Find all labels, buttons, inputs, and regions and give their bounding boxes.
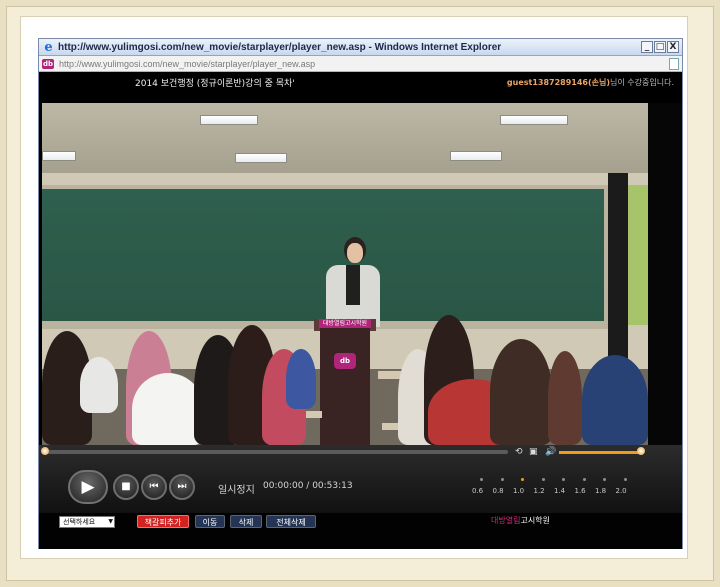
site-favicon-icon: db [42, 58, 54, 69]
player-controls: ⟲ ▣ 🔊 ▶ ■ ⏮ ⏭ 일시정지 00:00:00 / 00:53:13 0… [39, 445, 682, 513]
podium-logo: db [334, 353, 356, 369]
brand-prefix: 대방열림 [491, 516, 521, 525]
volume-handle[interactable] [637, 447, 645, 455]
minimize-button[interactable]: _ [641, 41, 653, 53]
title-bar: e http://www.yulimgosi.com/new_movie/sta… [39, 39, 682, 56]
next-button[interactable]: ⏭ [169, 474, 195, 500]
student [286, 349, 316, 409]
delete-button[interactable]: 삭제 [230, 515, 262, 528]
caption-icon[interactable]: ▣ [529, 447, 538, 457]
speed-label[interactable]: 0.6 [472, 487, 483, 495]
bookmark-select[interactable]: 선택하세요 [59, 516, 115, 528]
speed-label[interactable]: 0.8 [493, 487, 504, 495]
student [548, 351, 582, 445]
video-light [42, 151, 76, 161]
chalkboard [42, 189, 604, 321]
student [490, 339, 552, 445]
speed-label[interactable]: 1.2 [534, 487, 545, 495]
video-light [200, 115, 258, 125]
speed-dot[interactable] [603, 478, 606, 481]
speed-dot[interactable] [582, 478, 586, 481]
page-icon [669, 57, 679, 70]
player-header: 2014 보건행정 (정규이론반)강의 중 목차' guest138728914… [39, 72, 682, 92]
add-bookmark-button[interactable]: 책갈피추가 [137, 515, 189, 528]
ie-logo-icon: e [44, 39, 53, 55]
video-light [235, 153, 287, 163]
teacher-face [347, 243, 363, 263]
volume-icon[interactable]: 🔊 [545, 447, 556, 457]
window-title: http://www.yulimgosi.com/new_movie/starp… [58, 41, 502, 53]
window-controls: _ □ X [641, 41, 679, 53]
browser-window: e http://www.yulimgosi.com/new_movie/sta… [38, 38, 683, 549]
total-time: 00:53:13 [312, 481, 353, 491]
seek-bar[interactable] [46, 450, 508, 454]
repeat-icon[interactable]: ⟲ [515, 447, 523, 457]
volume-level [559, 451, 641, 454]
speed-dot[interactable] [500, 478, 504, 481]
playback-status: 일시정지 [218, 485, 255, 496]
viewer-message: 님이 수강중입니다. [610, 77, 674, 87]
podium [320, 327, 370, 445]
speed-label[interactable]: 1.0 [513, 487, 524, 495]
speed-label[interactable]: 1.8 [595, 487, 606, 495]
address-text[interactable]: http://www.yulimgosi.com/new_movie/starp… [54, 59, 669, 69]
window-light [628, 185, 648, 325]
stop-button[interactable]: ■ [113, 474, 139, 500]
play-button[interactable]: ▶ [68, 470, 108, 504]
lecture-title: 2014 보건행정 (정규이론반)강의 중 목차' [135, 78, 295, 89]
speed-scale[interactable]: 0.6 0.8 1.0 1.2 1.4 1.6 1.8 2.0 [472, 478, 627, 502]
speed-dot[interactable] [562, 478, 565, 481]
video-display[interactable]: 대방열림고시학원 db [42, 103, 648, 445]
video-light [450, 151, 502, 161]
video-pillar [608, 173, 628, 373]
speed-label[interactable]: 1.4 [554, 487, 565, 495]
volume-slider[interactable] [559, 451, 641, 454]
viewer-id: guest1387289146(손님) [506, 77, 611, 87]
close-button[interactable]: X [667, 41, 679, 53]
speed-dot[interactable] [541, 478, 545, 481]
current-time: 00:00:00 [263, 481, 304, 491]
speed-dot[interactable] [480, 478, 483, 481]
speed-label[interactable]: 2.0 [616, 487, 627, 495]
speed-dot[interactable] [521, 478, 524, 481]
student [80, 357, 118, 413]
address-bar[interactable]: db http://www.yulimgosi.com/new_movie/st… [39, 56, 682, 72]
bookmark-bar: 선택하세요 책갈피추가 이동 삭제 전체삭제 대방열림고시학원 [39, 513, 682, 549]
viewer-status: guest1387289146(손님)님이 수강중입니다. [507, 77, 674, 88]
maximize-button[interactable]: □ [654, 41, 666, 53]
student [582, 355, 648, 445]
video-light [500, 115, 568, 125]
previous-button[interactable]: ⏮ [141, 474, 167, 500]
move-button[interactable]: 이동 [195, 515, 225, 528]
teacher-shirt [346, 265, 360, 305]
time-display: 00:00:00 / 00:53:13 [263, 481, 353, 491]
speed-label[interactable]: 1.6 [575, 487, 586, 495]
podium-label: 대방열림고시학원 [319, 319, 371, 328]
brand-suffix: 고시학원 [520, 516, 550, 525]
academy-brand: 대방열림고시학원 [491, 515, 550, 526]
speed-dot[interactable] [623, 478, 627, 481]
seek-handle[interactable] [41, 447, 49, 455]
video-side-panel [648, 103, 682, 445]
delete-all-button[interactable]: 전체삭제 [266, 515, 316, 528]
